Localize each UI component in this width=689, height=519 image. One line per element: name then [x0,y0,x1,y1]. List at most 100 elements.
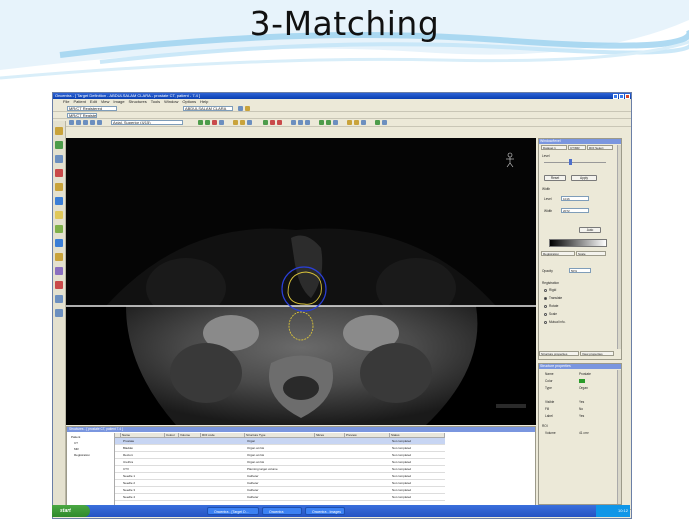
export-icon[interactable] [55,253,63,261]
copy-icon[interactable] [219,120,224,125]
refresh-icon[interactable] [291,120,296,125]
table-row[interactable]: Needle 2 Catheter Not completed [115,480,445,487]
report-icon[interactable] [55,239,63,247]
catheter-reconstruction-icon[interactable] [55,183,63,191]
folder-icon[interactable] [238,106,243,111]
print-icon[interactable] [361,120,366,125]
opacity-field[interactable]: 50% [569,268,591,273]
tree-item-mr[interactable]: MR [74,447,79,451]
row-name: Prostate [123,439,135,443]
apply-button[interactable]: Apply [571,175,597,181]
tab-ct-mr[interactable]: CT/MR [568,145,586,150]
tab-dataset[interactable]: Dataset 1 [541,145,567,150]
image-viewer[interactable] [66,138,536,425]
dose-icon[interactable] [55,197,63,205]
prop-name-value[interactable]: Prostate [579,372,591,376]
minimize-button[interactable] [613,93,618,99]
tab-view-properties[interactable]: View properties [580,351,614,356]
window-level-icon[interactable] [90,120,95,125]
tree-item-patient[interactable]: Patient [71,435,80,439]
table-row[interactable]: Urethra Organ at risk Not completed [115,459,445,466]
layout-icon[interactable] [247,120,252,125]
tab-roi-select[interactable]: ROI Select [587,145,613,150]
tools-icon[interactable] [55,295,63,303]
prop-label-value[interactable]: Yes [579,414,584,418]
grid-icon[interactable] [263,120,268,125]
import-icon[interactable] [55,141,63,149]
auto-button[interactable]: Auto [579,227,601,233]
prop-fill-value[interactable]: No [579,407,583,411]
contour-icon[interactable] [198,120,203,125]
window-level-scrollbar[interactable] [617,145,621,349]
settings-icon[interactable] [333,120,338,125]
tab-registration[interactable]: Registration [541,251,575,256]
task-oncentra-target[interactable]: Oncentra - [Target D... [207,507,259,515]
level-value-field[interactable]: 1016 [561,196,589,201]
brush-icon[interactable] [205,120,210,125]
table-row[interactable]: CTV Planning target volume Not completed [115,466,445,473]
maximize-button[interactable] [619,93,624,99]
table-row[interactable]: Needle 3 Catheter Not completed [115,487,445,494]
erase-icon[interactable] [212,120,217,125]
target-icon[interactable] [55,169,63,177]
isodose-icon[interactable] [375,120,380,125]
image-set-combo[interactable]: MR/CT Registered [67,106,117,111]
start-button[interactable]: start [52,505,90,517]
toolbar-tools: Axial, Superior (4/15) [53,119,631,127]
needle-icon[interactable] [319,120,324,125]
tree-item-registration[interactable]: Registration [74,453,90,457]
tab-scale[interactable]: Scale [576,251,606,256]
delivery-icon[interactable] [55,281,63,289]
table-row[interactable]: Prostate Organ Not completed [115,438,445,445]
table-row[interactable]: Rectum Organ at risk Not completed [115,452,445,459]
table-row[interactable]: Bladder Organ at risk Not completed [115,445,445,452]
window-level-panel: Window/level Dataset 1 CT/MR ROI Select … [538,138,622,360]
width-value-field[interactable]: 2072 [561,208,589,213]
dvh-icon[interactable] [382,120,387,125]
task-oncentra-images[interactable]: Oncentra - Images [305,507,345,515]
rotate-icon[interactable] [97,120,102,125]
dataset-combo[interactable]: MR/CT Registered [67,113,97,118]
patient-icon[interactable] [55,127,63,135]
zoom-icon[interactable] [76,120,81,125]
level-slider[interactable] [544,162,606,163]
level-slider-thumb[interactable] [569,159,572,165]
translate-radio[interactable] [544,297,547,300]
match-icon[interactable] [240,120,245,125]
rotate-radio[interactable] [544,305,547,308]
rigid-radio[interactable] [544,289,547,292]
tab-structure-properties[interactable]: Structure properties [539,351,579,356]
redo-icon[interactable] [305,120,310,125]
mutual-info-radio[interactable] [544,321,547,324]
table-row[interactable]: Needle 4 Catheter Not completed [115,494,445,501]
patient-combo[interactable]: ABDULSALAM CLARA [183,106,233,111]
pointer-icon[interactable] [69,120,74,125]
archive-icon[interactable] [55,267,63,275]
prop-color-swatch[interactable] [579,379,585,383]
toolbar-secondary: MR/CT Registered [53,112,631,119]
task-oncentra[interactable]: Oncentra [262,507,302,515]
optimization-icon[interactable] [55,211,63,219]
annotate-icon[interactable] [354,120,359,125]
measure-icon[interactable] [347,120,352,125]
help-icon[interactable] [55,309,63,317]
tree-item-ct[interactable]: CT [74,441,78,445]
table-row[interactable]: Needle 1 Catheter Not completed [115,473,445,480]
marker-icon[interactable] [270,120,275,125]
scale-radio[interactable] [544,313,547,316]
reset-button[interactable]: Reset [544,175,566,181]
properties-scrollbar[interactable] [617,370,621,504]
undo-icon[interactable] [298,120,303,125]
row-status: Not completed [392,453,412,457]
pan-icon[interactable] [83,120,88,125]
orientation-combo[interactable]: Axial, Superior (4/15) [111,120,183,125]
prop-type-value[interactable]: Organ [579,386,588,390]
image-icon[interactable] [55,155,63,163]
close-button[interactable] [625,93,630,99]
register-icon[interactable] [233,120,238,125]
prop-visible-value[interactable]: Yes [579,400,584,404]
ruler-icon[interactable] [277,120,282,125]
save-icon[interactable] [245,106,250,111]
evaluation-icon[interactable] [55,225,63,233]
catheter-icon[interactable] [326,120,331,125]
